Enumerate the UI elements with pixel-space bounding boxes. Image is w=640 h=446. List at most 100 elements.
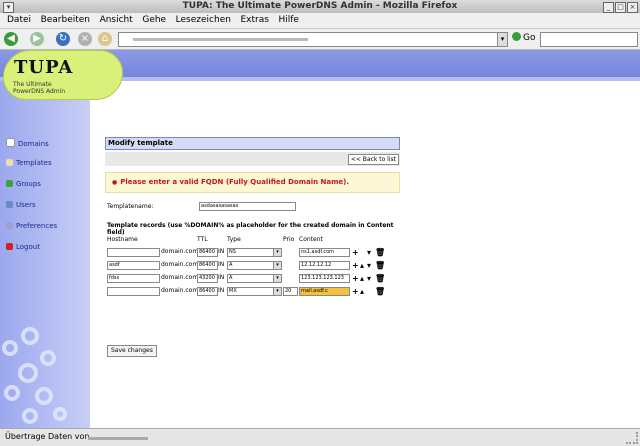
col-ttl: TTL [197, 236, 208, 243]
menu-datei[interactable]: Datei [7, 13, 31, 28]
panel-title: Modify template [105, 137, 400, 150]
status-bar: Übertrage Daten von [0, 428, 640, 446]
users-icon [6, 201, 13, 208]
resize-grip-icon[interactable] [626, 432, 638, 444]
maximize-button[interactable]: □ [615, 2, 626, 13]
hostname-input[interactable]: asdf [107, 261, 160, 270]
domain-suffix: domain.com [161, 287, 199, 294]
move-down-icon[interactable]: ▾ [367, 274, 371, 283]
sidebar-item-preferences[interactable]: Preferences [6, 222, 57, 230]
delete-icon[interactable]: 🗑 [375, 261, 385, 270]
menu-hilfe[interactable]: Hilfe [278, 13, 298, 28]
hostname-input[interactable]: fdss [107, 274, 160, 283]
prio-input[interactable]: 20 [283, 287, 298, 296]
ttl-input[interactable]: 86400 [197, 248, 218, 257]
move-down-icon[interactable]: ▾ [367, 248, 371, 257]
in-label: IN [218, 274, 225, 281]
in-label: IN [218, 261, 225, 268]
status-text: Übertrage Daten von [5, 432, 90, 441]
search-input[interactable] [540, 32, 638, 47]
status-host-blurred [88, 437, 148, 440]
error-bullet-icon: ● [112, 179, 118, 186]
back-to-list-button[interactable]: << Back to list [347, 154, 399, 165]
navigation-toolbar: ◀ ▶ ↻ × ⌂ ▾ Go [0, 29, 640, 50]
sidebar-item-groups[interactable]: Groups [6, 180, 41, 188]
sidebar-item-logout[interactable]: Logout [6, 243, 40, 251]
type-select[interactable]: NS ▾ [227, 248, 282, 257]
forward-icon[interactable]: ▶ [30, 32, 44, 46]
sidebar-item-users[interactable]: Users [6, 201, 36, 209]
url-text-blurred [133, 38, 308, 41]
close-button[interactable]: × [627, 2, 638, 13]
col-type: Type [227, 236, 241, 243]
reload-icon[interactable]: ↻ [56, 32, 70, 46]
tupa-logo[interactable]: TUPA The Ultimate PowerDNS Admin [3, 50, 123, 100]
save-changes-button[interactable]: Save changes [107, 345, 157, 357]
home-icon[interactable]: ⌂ [98, 32, 112, 46]
ttl-input[interactable]: 86400 [197, 261, 218, 270]
logo-word: TUPA [14, 57, 74, 78]
in-label: IN [218, 248, 225, 255]
url-dropdown-icon[interactable]: ▾ [497, 33, 507, 46]
sidebar [0, 81, 90, 428]
col-content: Content [299, 236, 323, 243]
content-input[interactable]: 12.12.12.12 [299, 261, 350, 270]
domains-icon [6, 138, 15, 147]
ttl-input[interactable]: 86400 [197, 287, 218, 296]
delete-icon[interactable]: 🗑 [375, 248, 385, 257]
hostname-input[interactable] [107, 287, 160, 296]
go-button[interactable]: Go [512, 32, 535, 45]
type-select[interactable]: A ▾ [227, 274, 282, 283]
chevron-down-icon: ▾ [273, 262, 281, 269]
chevron-down-icon: ▾ [273, 288, 281, 295]
move-down-icon[interactable]: ▾ [367, 261, 371, 270]
logout-icon [6, 243, 13, 250]
stop-icon[interactable]: × [78, 32, 92, 46]
chevron-down-icon: ▾ [273, 249, 281, 256]
add-record-icon[interactable]: + [352, 274, 359, 283]
move-up-icon[interactable]: ▴ [360, 261, 364, 270]
templates-icon [6, 159, 13, 166]
ttl-input[interactable]: 43200 [197, 274, 218, 283]
minimize-button[interactable]: _ [603, 2, 614, 13]
back-icon[interactable]: ◀ [4, 32, 18, 46]
sidebar-item-domains[interactable]: Domains [6, 138, 49, 148]
template-name-input[interactable]: asdasasasasas [199, 202, 296, 211]
add-record-icon[interactable]: + [352, 261, 359, 270]
records-title: Template records (use %DOMAIN% as placeh… [107, 222, 394, 236]
menu-bar: Datei Bearbeiten Ansicht Gehe Lesezeiche… [0, 13, 640, 29]
domain-suffix: domain.com [161, 274, 199, 281]
template-name-label: Templatename: [107, 203, 154, 210]
error-message: ● Please enter a valid FQDN (Fully Qualif… [105, 172, 400, 193]
chevron-down-icon: ▾ [273, 275, 281, 282]
window-titlebar: ▾ TUPA: The Ultimate PowerDNS Admin - Mo… [0, 0, 640, 14]
groups-icon [6, 180, 13, 187]
panel-toolbar: << Back to list [105, 152, 400, 166]
delete-icon[interactable]: 🗑 [375, 287, 385, 296]
domain-suffix: domain.com [161, 261, 199, 268]
menu-extras[interactable]: Extras [240, 13, 268, 28]
add-record-icon[interactable]: + [352, 287, 359, 296]
menu-lesezeichen[interactable]: Lesezeichen [176, 13, 231, 28]
move-up-icon[interactable]: ▴ [360, 287, 364, 296]
col-prio: Prio [283, 236, 295, 243]
menu-ansicht[interactable]: Ansicht [100, 13, 133, 28]
page-content: TUPA The Ultimate PowerDNS Admin Domains … [0, 50, 640, 428]
decorative-circles [2, 327, 67, 424]
content-input[interactable]: mail.asdf.c [299, 287, 350, 296]
logo-subtitle: The Ultimate PowerDNS Admin [13, 81, 66, 95]
add-record-icon[interactable]: + [352, 248, 359, 257]
sidebar-item-templates[interactable]: Templates [6, 159, 52, 167]
move-up-icon[interactable]: ▴ [360, 274, 364, 283]
content-input[interactable]: 123.123.123.123 [299, 274, 350, 283]
domain-suffix: domain.com [161, 248, 199, 255]
menu-gehe[interactable]: Gehe [142, 13, 166, 28]
url-input[interactable]: ▾ [118, 32, 508, 47]
menu-bearbeiten[interactable]: Bearbeiten [41, 13, 90, 28]
hostname-input[interactable] [107, 248, 160, 257]
type-select[interactable]: MX ▾ [227, 287, 282, 296]
go-icon [512, 32, 521, 41]
content-input[interactable]: ns1.asdf.com [299, 248, 350, 257]
type-select[interactable]: A ▾ [227, 261, 282, 270]
delete-icon[interactable]: 🗑 [375, 274, 385, 283]
